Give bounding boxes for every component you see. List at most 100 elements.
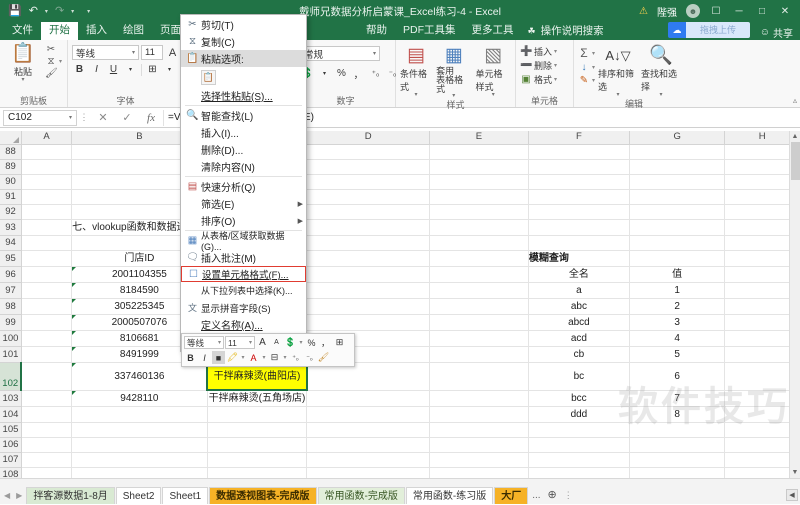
lookup-cell-name[interactable]: acd xyxy=(527,330,630,347)
cell[interactable] xyxy=(21,235,73,251)
minimize-button[interactable]: ─ xyxy=(732,6,746,17)
cell[interactable] xyxy=(21,452,73,468)
cell[interactable] xyxy=(306,266,430,283)
delete-dropdown-icon[interactable]: ▾ xyxy=(554,62,557,69)
cell[interactable] xyxy=(306,298,430,315)
cell[interactable] xyxy=(528,174,630,190)
cell[interactable] xyxy=(429,422,529,438)
scroll-down-icon[interactable]: ▼ xyxy=(790,467,800,478)
insert-dropdown-icon[interactable]: ▾ xyxy=(554,48,557,55)
format-cells-button[interactable]: ▣ 格式 ▾ xyxy=(520,73,557,86)
lookup-cell-value[interactable]: 2 xyxy=(629,298,726,315)
autosum-dropdown-icon[interactable]: ▾ xyxy=(592,50,595,57)
first-sheet-icon[interactable]: ◀ xyxy=(4,491,10,500)
warning-icon[interactable]: ⚠ xyxy=(639,6,648,17)
cell[interactable] xyxy=(306,159,430,175)
font-name-dropdown-icon[interactable]: ▾ xyxy=(132,49,135,56)
bold-icon[interactable]: B xyxy=(72,62,87,77)
column-header-D[interactable]: D xyxy=(306,131,430,145)
cell[interactable] xyxy=(629,235,726,251)
lookup-cell-value[interactable]: 8 xyxy=(629,406,726,423)
increase-font-size-icon[interactable]: A xyxy=(256,336,269,349)
cell[interactable] xyxy=(21,314,73,331)
paste-dropdown-icon[interactable]: ▾ xyxy=(21,77,24,83)
row-header[interactable]: 107 xyxy=(0,452,22,468)
underline-icon[interactable]: U xyxy=(106,62,121,77)
cell[interactable] xyxy=(306,437,430,453)
cell-styles-dropdown-icon[interactable]: ▾ xyxy=(492,92,495,98)
cell[interactable] xyxy=(207,437,308,453)
comma-style-icon[interactable]: ， xyxy=(319,336,332,349)
lookup-header-name[interactable]: 全名 xyxy=(527,265,630,283)
cell[interactable] xyxy=(429,467,529,478)
lookup-cell-value[interactable]: 4 xyxy=(629,330,726,347)
row-header[interactable]: 95 xyxy=(0,250,22,267)
vertical-scrollbar[interactable]: ▲ ▼ xyxy=(789,131,800,478)
cell-store-name[interactable]: 干拌麻辣烫(五角场店) xyxy=(207,390,308,407)
cell[interactable] xyxy=(429,282,529,299)
fill-button[interactable]: ↓ ▾ xyxy=(578,62,596,73)
menu-item-clear-contents[interactable]: 清除内容(N) xyxy=(181,158,306,175)
cell[interactable] xyxy=(306,144,430,160)
find-select-button[interactable]: 🔍 查找和选择 ▾ xyxy=(641,44,681,99)
currency-dropdown-icon[interactable]: ▾ xyxy=(317,66,332,81)
horizontal-scrollbar[interactable]: ◀ xyxy=(786,486,800,504)
scroll-up-icon[interactable]: ▲ xyxy=(790,131,800,142)
redo-icon[interactable]: ↷ xyxy=(55,5,64,17)
lookup-cell-value[interactable]: 1 xyxy=(629,282,726,299)
format-as-table-button[interactable]: ▦ 套用 表格格式 ▾ xyxy=(436,44,471,100)
percent-style-icon[interactable]: % xyxy=(334,66,349,81)
lookup-cell-value[interactable]: 5 xyxy=(629,346,726,363)
cell[interactable] xyxy=(21,422,73,438)
cell[interactable] xyxy=(21,266,73,283)
tab-draw[interactable]: 绘图 xyxy=(115,22,152,40)
sheet-tab-5[interactable]: 常用函数-练习版 xyxy=(405,487,494,504)
cell[interactable] xyxy=(71,467,208,478)
borders-dropdown-icon[interactable]: ▾ xyxy=(162,62,177,77)
cell[interactable] xyxy=(21,159,73,175)
cell[interactable] xyxy=(306,189,430,205)
menu-item-format-cells[interactable]: ☐ 设置单元格格式(F)... xyxy=(181,266,306,282)
cut-button[interactable]: ✂ xyxy=(45,44,62,55)
cell[interactable] xyxy=(528,452,630,468)
cell[interactable] xyxy=(207,422,308,438)
cell[interactable] xyxy=(429,204,529,220)
lookup-cell-name[interactable]: abcd xyxy=(527,314,630,331)
bold-icon[interactable]: B xyxy=(184,351,197,364)
tab-home[interactable]: 开始 xyxy=(41,22,78,40)
cell[interactable] xyxy=(207,467,308,478)
paste-values-icon[interactable]: 📋 xyxy=(201,69,216,85)
cell[interactable] xyxy=(306,174,430,190)
hscroll-left-icon[interactable]: ◀ xyxy=(786,489,798,501)
increase-font-size-icon[interactable]: A xyxy=(165,45,180,60)
lookup-cell-value[interactable]: 7 xyxy=(629,390,726,407)
mini-font-name-box[interactable]: 等线 ▾ xyxy=(184,336,224,349)
add-sheet-button[interactable]: ⊕ xyxy=(544,487,561,504)
cell[interactable] xyxy=(207,406,308,423)
fill-dropdown-icon[interactable]: ▾ xyxy=(592,64,595,71)
spreadsheet-grid[interactable]: A B C D E F G H 88 89 90 91 92 93七、vlook… xyxy=(0,131,800,478)
row-header[interactable]: 106 xyxy=(0,437,22,453)
cell[interactable] xyxy=(71,452,208,468)
row-header[interactable]: 89 xyxy=(0,159,22,175)
delete-cells-button[interactable]: ➖ 删除 ▾ xyxy=(520,59,557,72)
next-sheet-icon[interactable]: ▶ xyxy=(16,491,22,500)
cell[interactable] xyxy=(629,189,726,205)
conditional-formatting-button[interactable]: ▤ 条件格式 ▾ xyxy=(400,44,432,99)
row-header[interactable]: 92 xyxy=(0,204,22,220)
menu-item-pick-from-dropdown[interactable]: 从下拉列表中选择(K)... xyxy=(181,282,306,299)
cell[interactable] xyxy=(629,250,726,267)
mini-font-name-dropdown-icon[interactable]: ▾ xyxy=(215,339,221,346)
cell[interactable] xyxy=(21,330,73,347)
tell-me-label[interactable]: 操作说明搜索 xyxy=(539,23,606,40)
sort-filter-button[interactable]: A↓▽ 排序和筛选 ▾ xyxy=(598,44,638,98)
lookup-header-value[interactable]: 值 xyxy=(629,265,726,283)
menu-item-show-phonetic-field[interactable]: 文 显示拼音字段(S) xyxy=(181,299,306,316)
customize-qat-icon[interactable]: ▾ xyxy=(87,8,90,15)
row-header[interactable]: 88 xyxy=(0,144,22,160)
row-header[interactable]: 103 xyxy=(0,390,22,407)
cell[interactable] xyxy=(306,452,430,468)
sheet-bar-handle[interactable]: ⋮ xyxy=(561,487,576,504)
column-header-A[interactable]: A xyxy=(21,131,73,145)
menu-item-paste-special[interactable]: 选择性粘贴(S)... xyxy=(181,87,306,104)
